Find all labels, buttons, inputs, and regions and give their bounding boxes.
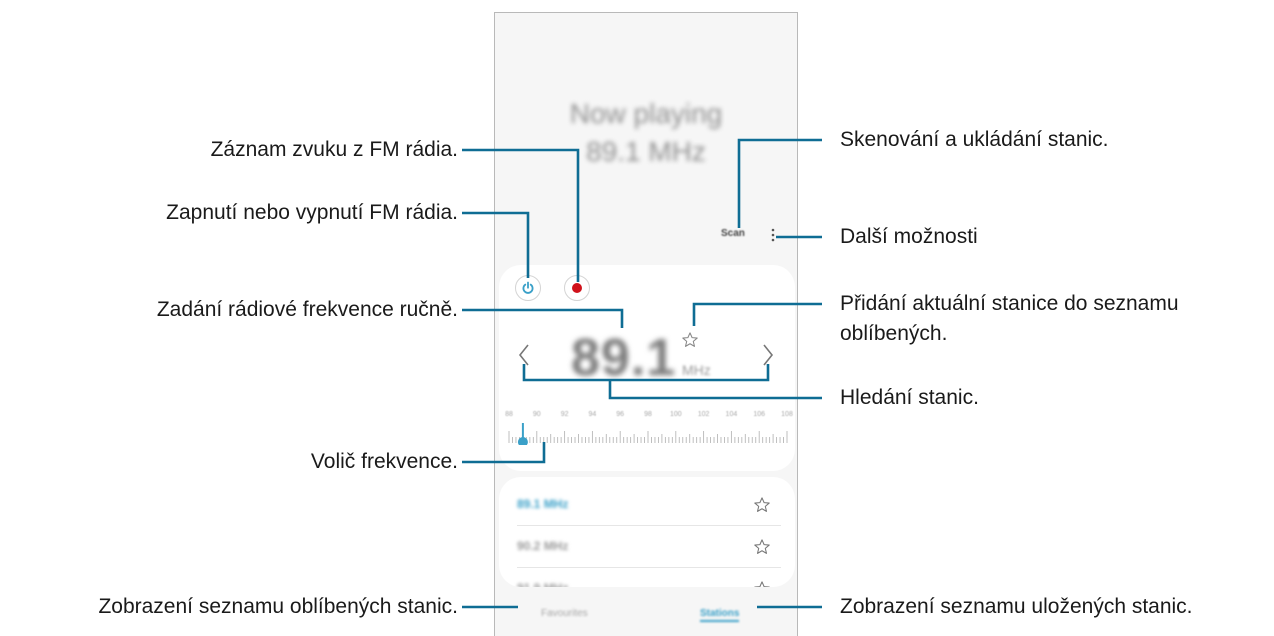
scale-label: 98 <box>644 411 652 418</box>
now-playing-label: Now playing <box>569 98 723 129</box>
record-icon <box>572 283 582 293</box>
callout-power: Zapnutí nebo vypnutí FM rádia. <box>166 201 458 224</box>
scale-label: 108 <box>781 411 793 418</box>
callout-saved-list: Zobrazení seznamu uložených stanic. <box>840 595 1193 618</box>
callout-enter-frequency: Zadání rádiové frekvence ručně. <box>156 298 458 321</box>
scale-label: 96 <box>616 411 625 418</box>
callout-tuner: Volič frekvence. <box>310 450 458 473</box>
callout-more-options: Další možnosti <box>840 225 978 248</box>
chevron-right-icon <box>763 344 774 366</box>
star-outline-icon[interactable] <box>753 496 771 514</box>
scan-button[interactable]: Scan <box>721 228 745 239</box>
station-row[interactable]: 89.1 MHz <box>517 485 781 526</box>
now-playing-frequency: 89.1 MHz <box>586 136 706 167</box>
callout-scan: Skenování a ukládání stanic. <box>840 128 1109 151</box>
station-list: 89.1 MHz 90.2 MHz 91.9 MHz <box>499 477 795 587</box>
callout-record: Záznam zvuku z FM rádia. <box>210 138 458 161</box>
record-button[interactable] <box>564 275 590 301</box>
scale-label: 104 <box>725 411 738 418</box>
callout-search: Hledání stanic. <box>840 386 979 409</box>
tab-stations[interactable]: Stations <box>700 608 740 622</box>
more-vertical-icon[interactable] <box>768 227 778 243</box>
scale-label: 102 <box>697 411 710 418</box>
scale-label: 106 <box>753 411 766 418</box>
station-row[interactable]: 91.9 MHz <box>517 569 781 587</box>
scale-label: 92 <box>560 411 569 418</box>
callout-add-favourite-line1: Přidání aktuální stanice do seznamu <box>840 292 1179 315</box>
tab-favourites[interactable]: Favourites <box>541 608 588 619</box>
callout-favourites-list: Zobrazení seznamu oblíbených stanic. <box>98 595 458 618</box>
star-outline-icon[interactable] <box>753 580 771 587</box>
scale-label: 94 <box>588 411 597 418</box>
station-row[interactable]: 90.2 MHz <box>517 527 781 568</box>
frequency-tuner[interactable] <box>507 423 789 445</box>
next-station-button[interactable] <box>761 343 775 372</box>
power-icon <box>522 281 534 294</box>
star-outline-icon <box>682 332 698 347</box>
frequency-input[interactable]: 89.1 <box>571 328 676 388</box>
previous-station-button[interactable] <box>517 343 531 372</box>
frequency-scale-labels: 88 90 92 94 96 98 100 102 104 106 108 <box>505 411 793 421</box>
add-favourite-button[interactable] <box>681 331 699 354</box>
station-label: 89.1 MHz <box>517 497 569 511</box>
scale-label: 88 <box>505 411 513 418</box>
scale-label: 100 <box>669 411 682 418</box>
chevron-left-icon <box>518 344 529 366</box>
station-label: 91.9 MHz <box>517 581 568 587</box>
frequency-unit: MHz <box>682 362 711 378</box>
station-label: 90.2 MHz <box>517 539 569 553</box>
scale-label: 90 <box>532 411 541 418</box>
callout-add-favourite-line2: oblíbených. <box>840 322 948 345</box>
power-button[interactable] <box>515 275 541 301</box>
phone-screen: Now playing 89.1 MHz Scan 89.1 MHz 88 90… <box>494 12 798 636</box>
star-outline-icon[interactable] <box>753 538 771 556</box>
